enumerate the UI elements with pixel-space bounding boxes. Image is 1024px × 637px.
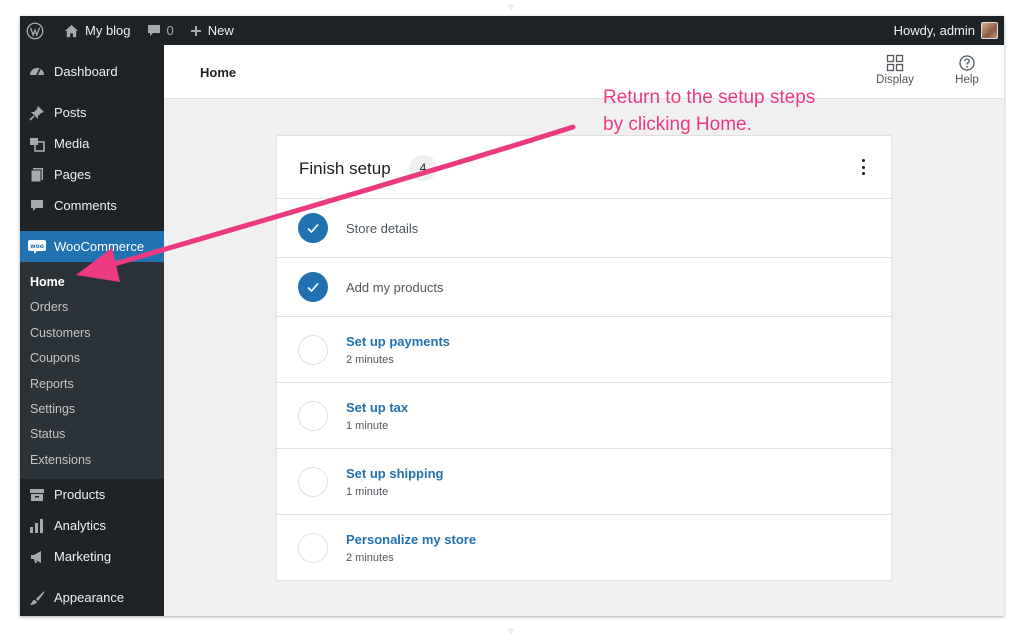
sidebar-item-label: Media xyxy=(54,136,90,151)
decorative-chevron-icon: ▼ xyxy=(505,0,517,14)
more-options-icon[interactable] xyxy=(862,159,866,177)
account-menu[interactable]: Howdy, admin xyxy=(886,16,1004,45)
annotation-line-1: Return to the setup steps xyxy=(603,87,816,108)
task-personalize-store[interactable]: Personalize my store 2 minutes xyxy=(277,515,891,581)
site-name-link[interactable]: My blog xyxy=(56,16,139,45)
comment-icon xyxy=(28,197,46,215)
admin-sidebar: Dashboard Posts Media Pages Comments woo… xyxy=(20,45,164,616)
sidebar-item-marketing[interactable]: Marketing xyxy=(20,541,164,572)
layout-grid-icon xyxy=(886,54,904,72)
display-button[interactable]: Display xyxy=(870,53,920,86)
task-label: Set up payments xyxy=(346,334,451,349)
remaining-tasks-badge: 4 xyxy=(409,155,437,181)
card-title: Finish setup xyxy=(299,159,391,178)
task-time: 2 minutes xyxy=(346,552,394,564)
sidebar-item-woocommerce[interactable]: woo WooCommerce xyxy=(20,231,164,262)
task-time: 2 minutes xyxy=(346,354,394,366)
display-label: Display xyxy=(876,74,914,86)
task-time: 1 minute xyxy=(346,420,389,432)
sidebar-item-label: Products xyxy=(54,487,106,503)
card-header: Finish setup 4 xyxy=(277,136,891,199)
task-label: Personalize my store xyxy=(346,532,477,547)
task-set-up-tax[interactable]: Set up tax 1 minute xyxy=(277,383,891,449)
comments-count: 0 xyxy=(166,23,174,38)
page-header: Home Display Help xyxy=(164,45,1004,99)
plus-icon xyxy=(190,25,201,36)
pages-icon xyxy=(28,166,46,184)
comment-icon xyxy=(147,25,160,36)
task-set-up-shipping[interactable]: Set up shipping 1 minute xyxy=(277,449,891,515)
greeting: Howdy, admin xyxy=(893,23,975,38)
task-set-up-payments[interactable]: Set up payments 2 minutes xyxy=(277,317,891,383)
submenu-home[interactable]: Home xyxy=(20,270,164,295)
avatar xyxy=(981,22,998,39)
empty-circle-icon xyxy=(298,467,328,497)
dashboard-icon xyxy=(28,63,46,81)
woocommerce-submenu: Home Orders Customers Coupons Reports Se… xyxy=(20,262,164,480)
sidebar-item-label: Comments xyxy=(54,198,117,213)
sidebar-item-label: Pages xyxy=(54,167,91,182)
new-content-button[interactable]: New xyxy=(182,16,242,45)
submenu-settings[interactable]: Settings xyxy=(20,397,164,422)
empty-circle-icon xyxy=(298,533,328,563)
sidebar-item-label: WooCommerce xyxy=(54,239,145,254)
annotation-text: Return to the setup steps by clicking Ho… xyxy=(603,84,863,138)
sidebar-item-products[interactable]: Products xyxy=(20,479,164,510)
task-label: Store details xyxy=(346,221,419,236)
sidebar-item-media[interactable]: Media xyxy=(20,128,164,159)
check-icon xyxy=(298,213,328,243)
sidebar-item-label: Appearance xyxy=(54,590,125,606)
site-name: My blog xyxy=(85,23,131,38)
annotation-line-2: by clicking Home. xyxy=(603,114,752,135)
submenu-reports[interactable]: Reports xyxy=(20,372,164,397)
submenu-orders[interactable]: Orders xyxy=(20,295,164,320)
submenu-coupons[interactable]: Coupons xyxy=(20,346,164,371)
help-button[interactable]: Help xyxy=(942,53,992,86)
sidebar-item-label: Dashboard xyxy=(54,64,118,79)
wordpress-logo-button[interactable] xyxy=(20,16,56,45)
sidebar-item-comments[interactable]: Comments xyxy=(20,190,164,221)
decorative-chevron-icon: ▼ xyxy=(505,624,517,637)
finish-setup-card: Finish setup 4 Store details Add my prod… xyxy=(276,135,892,581)
submenu-extensions[interactable]: Extensions xyxy=(20,448,164,473)
sidebar-item-posts[interactable]: Posts xyxy=(20,97,164,128)
admin-bar: My blog 0 New Howdy, admin xyxy=(20,16,1004,45)
sidebar-item-analytics[interactable]: Analytics xyxy=(20,510,164,541)
task-add-products[interactable]: Add my products xyxy=(277,258,891,317)
megaphone-icon xyxy=(28,548,46,566)
submenu-customers[interactable]: Customers xyxy=(20,321,164,346)
help-label: Help xyxy=(955,74,979,86)
svg-text:woo: woo xyxy=(30,243,44,250)
home-icon xyxy=(64,24,79,37)
task-store-details[interactable]: Store details xyxy=(277,199,891,258)
brush-icon xyxy=(28,589,46,607)
sidebar-item-label: Posts xyxy=(54,105,87,120)
sidebar-item-label: Analytics xyxy=(54,518,107,534)
task-label: Set up shipping xyxy=(346,466,444,481)
empty-circle-icon xyxy=(298,401,328,431)
bar-chart-icon xyxy=(28,517,46,535)
comments-link[interactable]: 0 xyxy=(139,16,182,45)
sidebar-item-label: Marketing xyxy=(54,549,112,565)
check-icon xyxy=(298,272,328,302)
task-label: Add my products xyxy=(346,280,444,295)
empty-circle-icon xyxy=(298,335,328,365)
wordpress-icon xyxy=(26,22,44,39)
task-label: Set up tax xyxy=(346,400,409,415)
media-icon xyxy=(28,135,46,153)
help-icon xyxy=(959,55,975,71)
woo-icon: woo xyxy=(28,238,46,256)
sidebar-item-dashboard[interactable]: Dashboard xyxy=(20,56,164,87)
new-label: New xyxy=(207,23,234,38)
page-title: Home xyxy=(200,65,237,80)
sidebar-item-appearance[interactable]: Appearance xyxy=(20,582,164,613)
task-time: 1 minute xyxy=(346,486,389,498)
sidebar-item-pages[interactable]: Pages xyxy=(20,159,164,190)
pin-icon xyxy=(28,104,46,122)
submenu-status[interactable]: Status xyxy=(20,422,164,447)
archive-icon xyxy=(28,486,46,504)
